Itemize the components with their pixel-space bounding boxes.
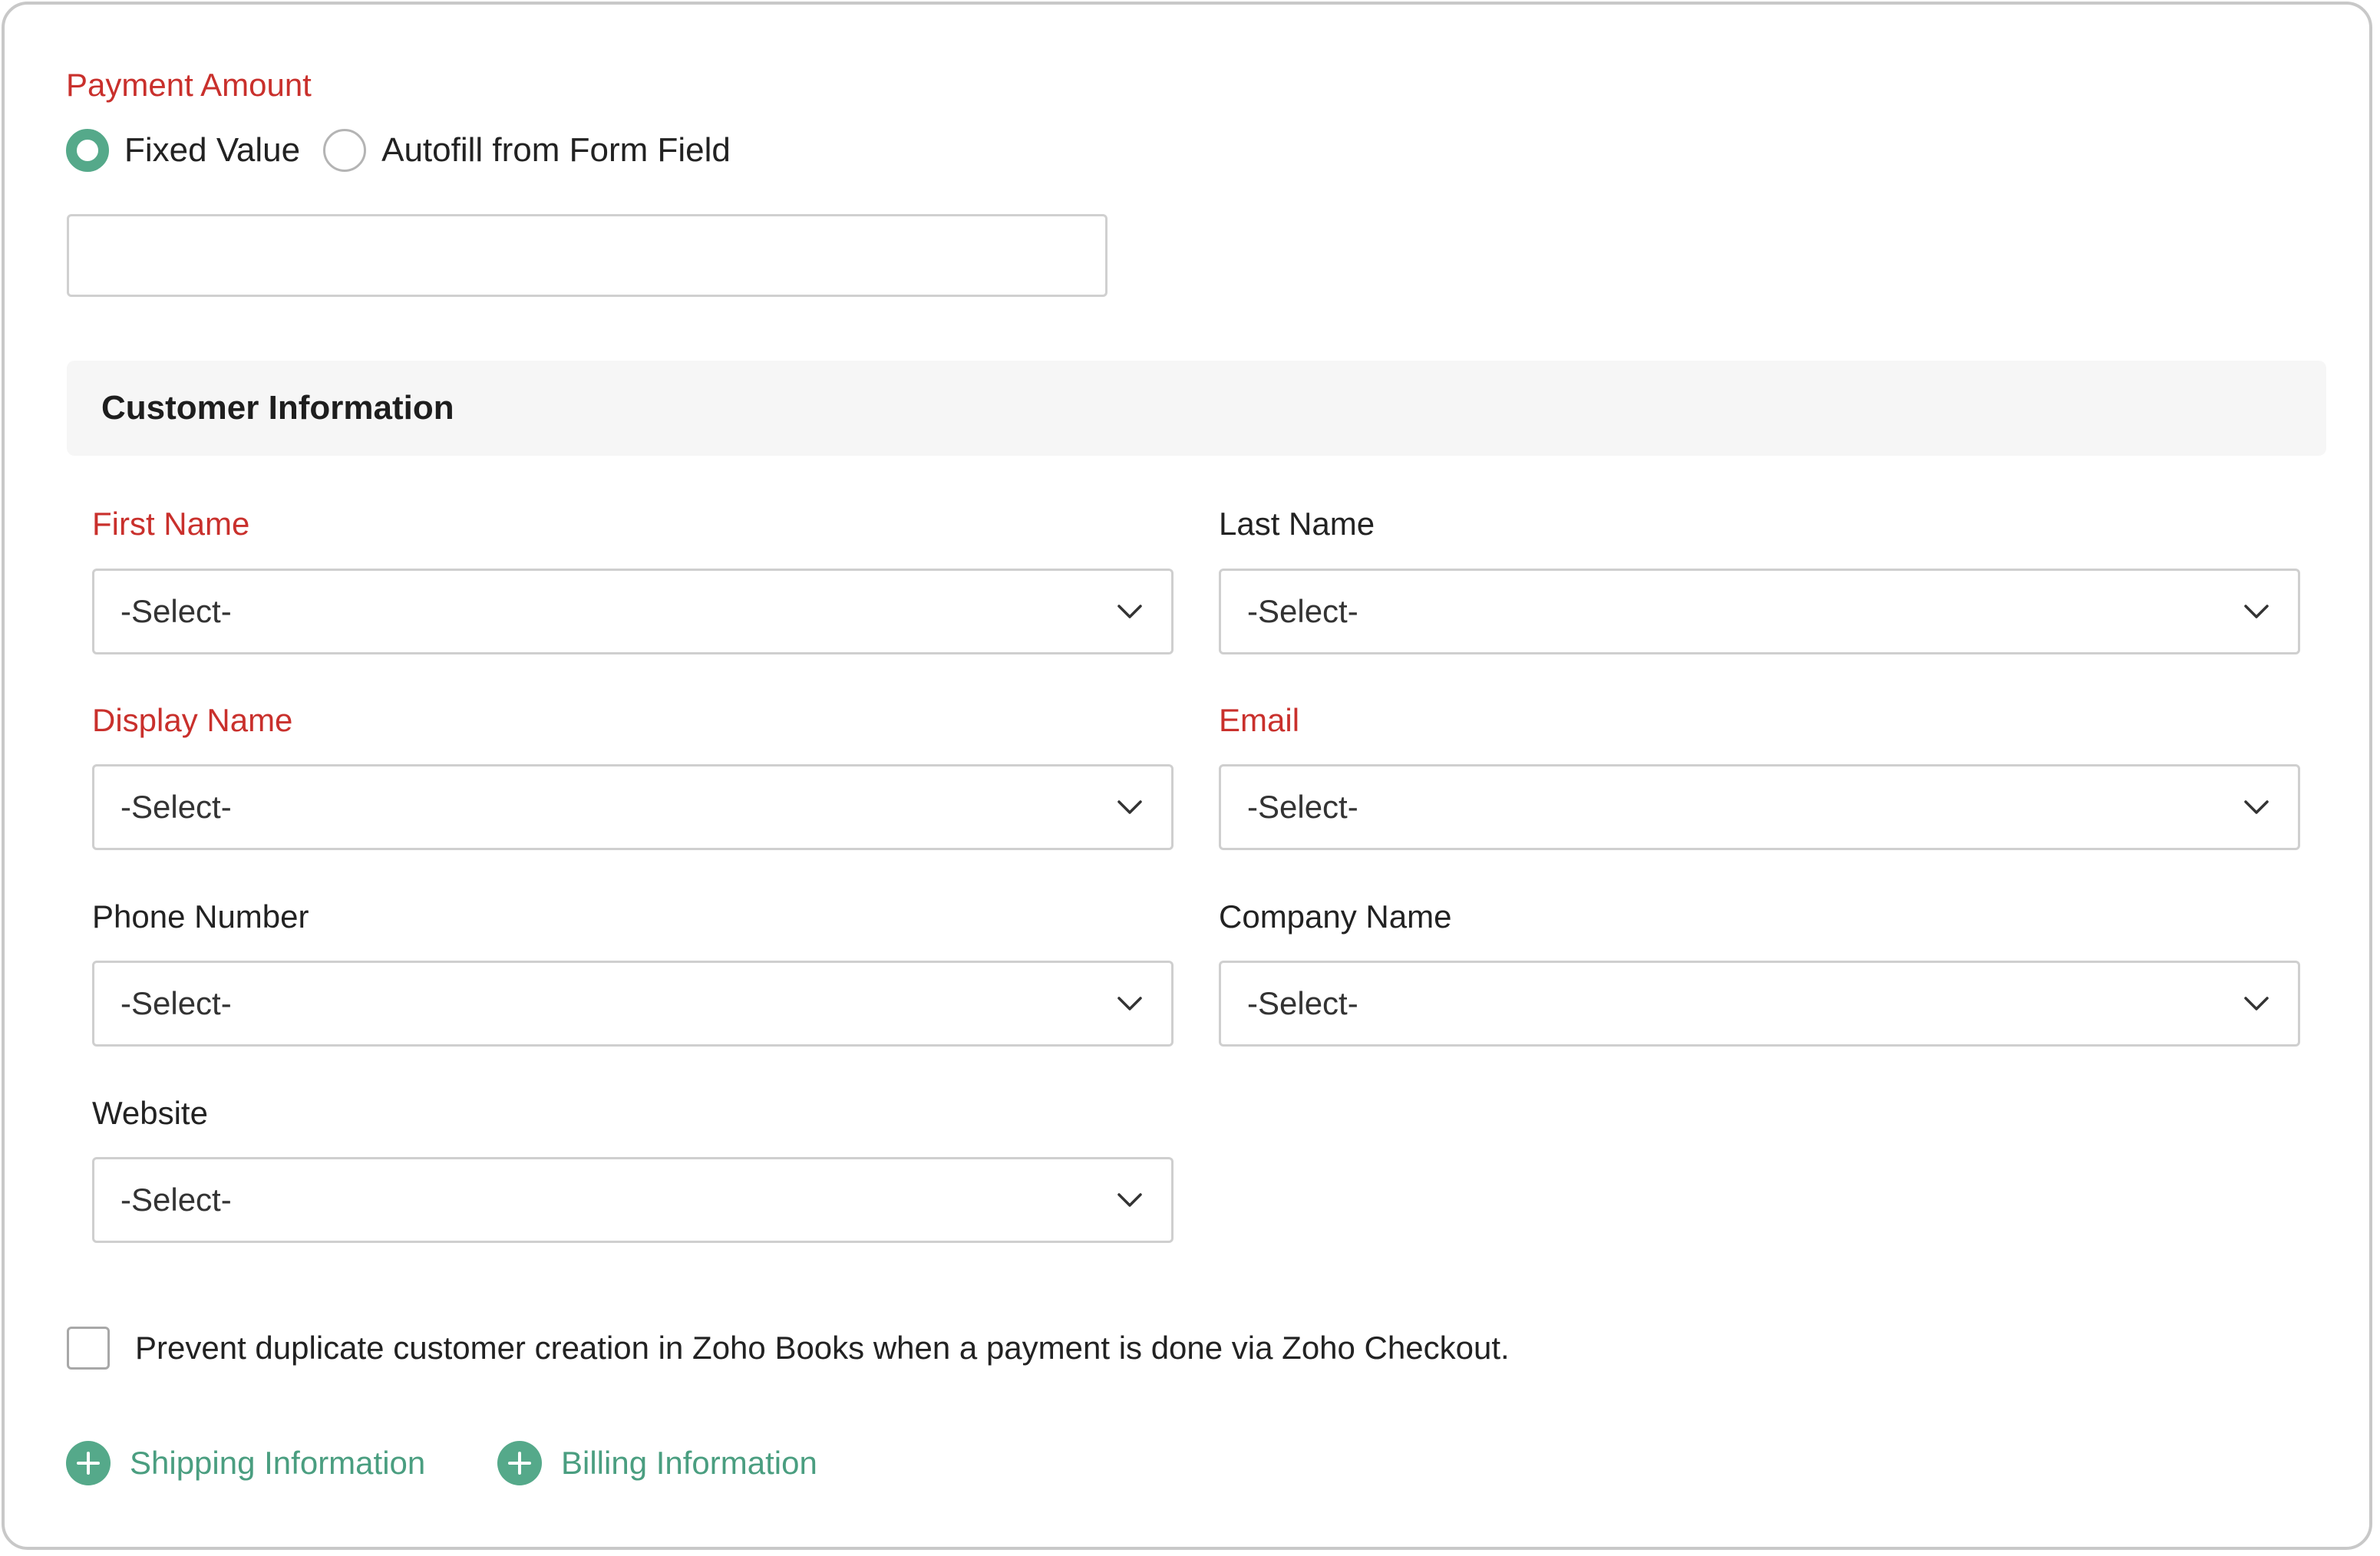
section-title: Customer Information (101, 389, 454, 427)
select-value: -Select- (120, 593, 232, 629)
chevron-down-icon (2244, 800, 2269, 814)
chevron-down-icon (1117, 997, 1142, 1010)
plus-circle-icon (66, 1441, 111, 1485)
website-select[interactable]: -Select- (92, 1157, 1173, 1243)
payment-settings-panel: Payment Amount Fixed Value Autofill from… (2, 2, 2372, 1550)
payment-amount-input[interactable] (67, 214, 1107, 297)
display-name-select[interactable]: -Select- (92, 764, 1173, 850)
email-label: Email (1219, 702, 1300, 738)
add-shipping-information-link[interactable]: Shipping Information (66, 1440, 425, 1486)
payment-amount-label: Payment Amount (66, 67, 312, 103)
select-value: -Select- (120, 985, 232, 1021)
email-select[interactable]: -Select- (1219, 764, 2300, 850)
select-value: -Select- (120, 1182, 232, 1218)
billing-information-label: Billing Information (561, 1445, 817, 1481)
radio-autofill-label: Autofill from Form Field (381, 131, 731, 169)
add-billing-information-link[interactable]: Billing Information (497, 1440, 817, 1486)
prevent-duplicate-checkbox[interactable] (67, 1327, 110, 1370)
display-name-label: Display Name (92, 702, 293, 738)
chevron-down-icon (1117, 605, 1142, 618)
last-name-label: Last Name (1219, 506, 1375, 542)
radio-fixed-value[interactable]: Fixed Value (66, 129, 300, 172)
radio-fixed-value-label: Fixed Value (124, 131, 301, 169)
company-name-label: Company Name (1219, 898, 1452, 935)
select-value: -Select- (1247, 789, 1358, 825)
chevron-down-icon (2244, 997, 2269, 1010)
select-value: -Select- (120, 789, 232, 825)
chevron-down-icon (1117, 800, 1142, 814)
company-name-select[interactable]: -Select- (1219, 961, 2300, 1047)
chevron-down-icon (2244, 605, 2269, 618)
select-value: -Select- (1247, 985, 1358, 1021)
phone-number-label: Phone Number (92, 898, 309, 935)
chevron-down-icon (1117, 1193, 1142, 1207)
payment-amount-options: Fixed Value Autofill from Form Field (66, 129, 731, 172)
radio-unselected-indicator[interactable] (323, 129, 367, 172)
customer-information-header: Customer Information (67, 361, 2326, 456)
select-value: -Select- (1247, 593, 1358, 629)
shipping-information-label: Shipping Information (130, 1445, 426, 1481)
prevent-duplicate-label: Prevent duplicate customer creation in Z… (135, 1330, 1510, 1366)
first-name-label: First Name (92, 506, 250, 542)
first-name-select[interactable]: -Select- (92, 569, 1173, 654)
radio-autofill-from-form-field[interactable]: Autofill from Form Field (323, 129, 731, 172)
phone-number-select[interactable]: -Select- (92, 961, 1173, 1047)
last-name-select[interactable]: -Select- (1219, 569, 2300, 654)
plus-circle-icon (497, 1441, 542, 1485)
radio-selected-indicator[interactable] (66, 129, 109, 172)
website-label: Website (92, 1095, 208, 1131)
